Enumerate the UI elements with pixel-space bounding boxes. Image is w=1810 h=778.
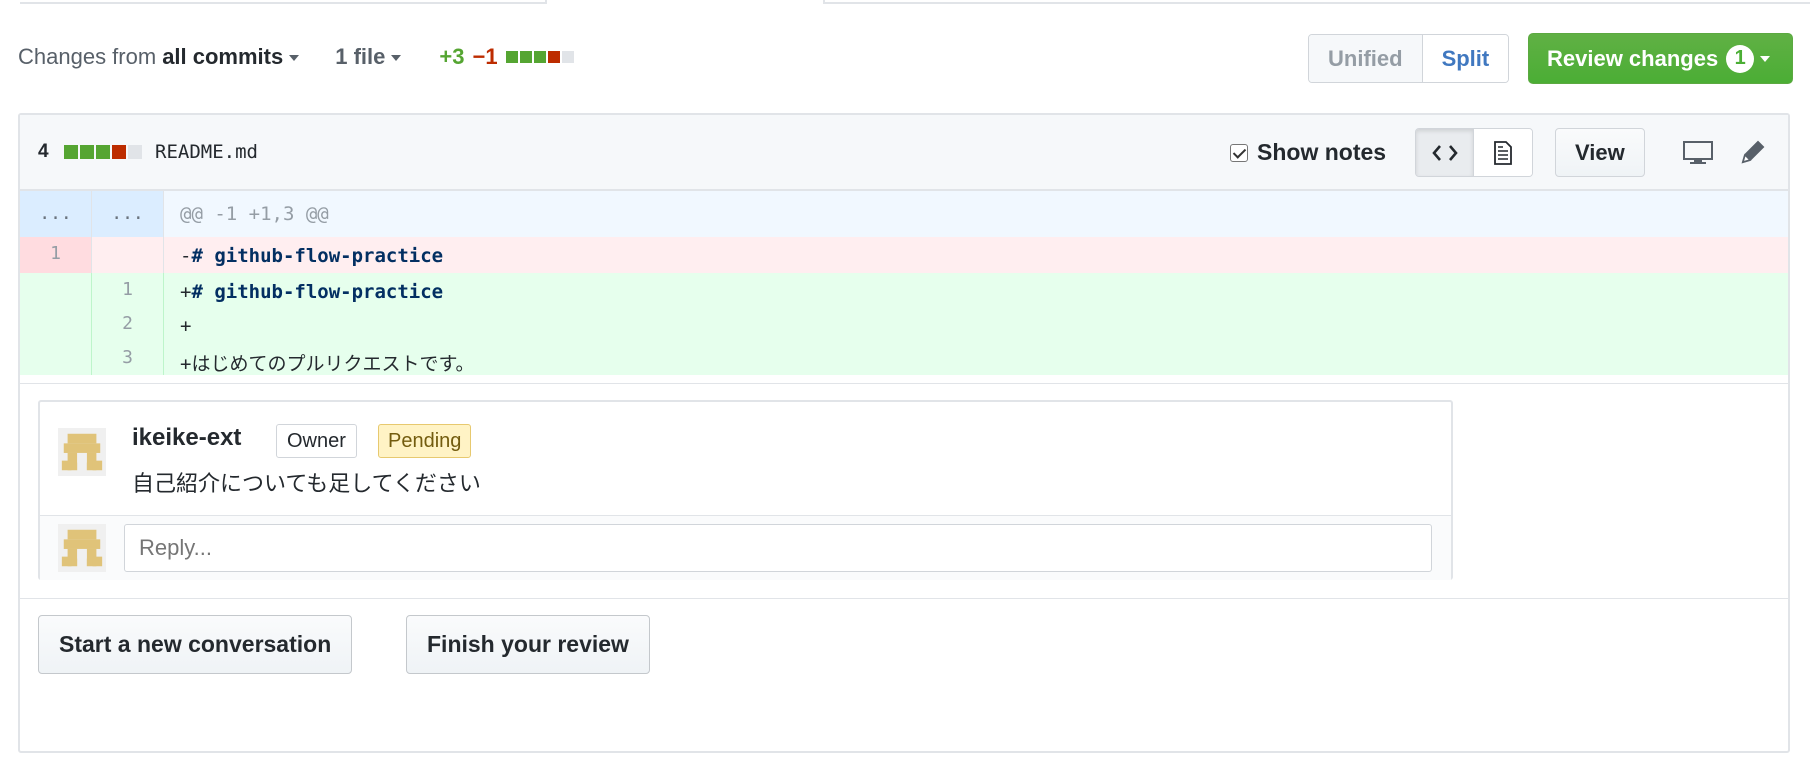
file-header: 4 README.md Show notes View: [20, 115, 1788, 191]
old-line-number[interactable]: [20, 273, 92, 307]
new-line-number[interactable]: 1: [92, 273, 164, 307]
diff-table: ... ... @@ -1 +1,3 @@ 1 -# github-flow-p…: [20, 191, 1788, 375]
tab-bar-edge: [20, 0, 1810, 4]
file-view-toggle: [1415, 128, 1533, 177]
show-notes-label: Show notes: [1257, 139, 1387, 165]
pencil-icon[interactable]: [1740, 139, 1766, 165]
show-notes-checkbox[interactable]: [1230, 143, 1248, 162]
source-diff-button[interactable]: [1416, 129, 1474, 176]
diff-line-added: 3 +はじめてのプルリクエストです。: [20, 341, 1788, 375]
finish-review-button[interactable]: Finish your review: [406, 615, 650, 674]
diffstat-block: [128, 145, 142, 159]
diff-line-code: -# github-flow-practice: [180, 245, 444, 267]
hunk-expand-left[interactable]: ...: [20, 191, 92, 237]
old-line-number[interactable]: 1: [20, 237, 92, 273]
hunk-expand-right[interactable]: ...: [92, 191, 164, 237]
review-count-badge: 1: [1726, 44, 1755, 73]
review-comment: ikeike-ext Owner Pending 自己紹介についても足してくださ…: [40, 402, 1451, 516]
file-diff: 4 README.md Show notes View ... ... @@ -…: [18, 113, 1790, 753]
diffstat-block: [96, 145, 110, 159]
view-file-button[interactable]: View: [1555, 128, 1645, 177]
inline-comments: ikeike-ext Owner Pending 自己紹介についても足してくださ…: [20, 383, 1788, 599]
hunk-header-row: ... ... @@ -1 +1,3 @@: [20, 191, 1788, 237]
unified-view-button[interactable]: Unified: [1309, 35, 1423, 82]
old-line-number[interactable]: [20, 341, 92, 375]
code-icon: [1431, 144, 1458, 161]
changes-prefix: Changes from: [18, 44, 157, 69]
avatar: [58, 524, 106, 572]
diffstat-block: [561, 51, 574, 63]
start-conversation-button[interactable]: Start a new conversation: [38, 615, 353, 674]
diffstat-block: [112, 145, 126, 159]
reply-box: [40, 516, 1451, 580]
chevron-down-icon: [289, 55, 300, 62]
file-text-icon: [1494, 140, 1512, 165]
diffstat-block: [519, 51, 532, 63]
rich-diff-button[interactable]: [1474, 129, 1532, 176]
review-actions: Start a new conversation Finish your rev…: [20, 599, 1788, 683]
file-name[interactable]: README.md: [155, 141, 258, 163]
new-line-number[interactable]: 2: [92, 307, 164, 341]
diffstat-block: [547, 51, 560, 63]
identicon-icon: [58, 428, 106, 476]
avatar[interactable]: [58, 428, 106, 476]
diffstat-block: [80, 145, 94, 159]
reply-input[interactable]: [124, 524, 1432, 572]
files-selector[interactable]: 1 file: [335, 44, 402, 70]
diff-line-code: +: [180, 315, 192, 337]
review-changes-label: Review changes: [1547, 45, 1719, 71]
show-notes-toggle[interactable]: Show notes: [1230, 139, 1386, 166]
diffstat-blocks: [505, 51, 574, 63]
hunk-header: @@ -1 +1,3 @@: [180, 203, 329, 225]
diffstat-block: [64, 145, 78, 159]
deletions-count: −1: [472, 44, 498, 69]
chevron-down-icon: [1760, 55, 1771, 62]
diff-line-added: 1 +# github-flow-practice: [20, 273, 1788, 307]
file-diffstat-blocks: [64, 145, 142, 159]
chevron-down-icon: [391, 55, 402, 62]
owner-badge: Owner: [276, 424, 357, 458]
diffstat-block: [505, 51, 518, 63]
old-line-number[interactable]: [20, 307, 92, 341]
additions-count: +3: [439, 44, 465, 69]
new-line-number[interactable]: [92, 237, 164, 273]
diff-line-code: +# github-flow-practice: [180, 281, 444, 303]
comment-body: 自己紹介についても足してください: [132, 472, 481, 497]
diff-line-deleted: 1 -# github-flow-practice: [20, 237, 1788, 273]
desktop-icon[interactable]: [1683, 141, 1713, 165]
split-view-button[interactable]: Split: [1422, 35, 1509, 82]
commits-selector[interactable]: all commits: [162, 44, 300, 70]
diff-line-code: +はじめてのプルリクエストです。: [180, 353, 475, 375]
comment-author[interactable]: ikeike-ext: [132, 424, 241, 452]
new-line-number[interactable]: 3: [92, 341, 164, 375]
pending-badge: Pending: [378, 424, 472, 458]
identicon-icon: [58, 524, 106, 572]
diff-line-added: 2 +: [20, 307, 1788, 341]
diff-toolbar: Changes from all commits 1 file +3 −1 Un…: [18, 33, 1793, 84]
diffstat-block: [533, 51, 546, 63]
diff-view-toggle: Unified Split: [1308, 34, 1510, 83]
file-change-count: 4: [38, 141, 49, 162]
review-changes-button[interactable]: Review changes 1: [1528, 33, 1793, 84]
comment-thread: ikeike-ext Owner Pending 自己紹介についても足してくださ…: [38, 400, 1453, 580]
diff-summary: Changes from all commits 1 file +3 −1: [18, 44, 574, 70]
